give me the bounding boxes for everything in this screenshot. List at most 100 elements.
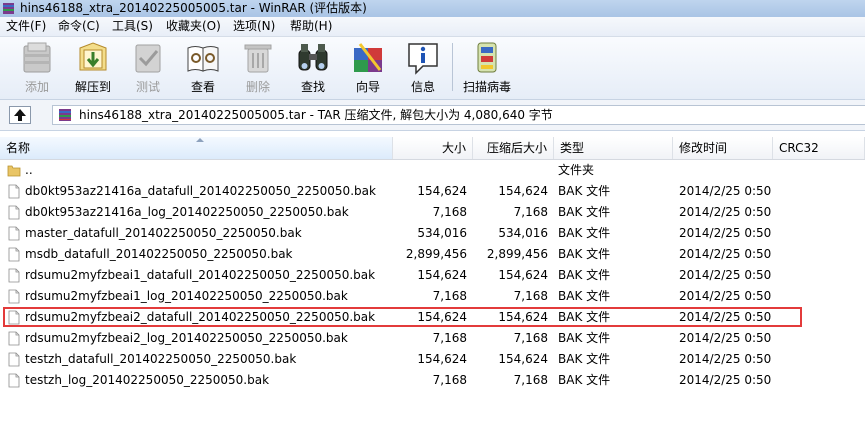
file-name: testzh_log_201402250050_2250050.bak	[25, 373, 270, 387]
packed-size: 154,624	[498, 268, 548, 282]
file-name: testzh_datafull_201402250050_2250050.bak	[25, 352, 297, 366]
file-icon	[8, 247, 20, 262]
file-size: 154,624	[417, 352, 467, 366]
menu-tools[interactable]: 工具(S)	[112, 17, 153, 35]
winrar-app-icon	[3, 3, 14, 14]
modified-time: 2014/2/25 0:50	[679, 331, 772, 345]
table-row[interactable]: rdsumu2myfzbeai1_log_201402250050_225005…	[0, 286, 865, 307]
file-icon	[8, 205, 20, 220]
add-button[interactable]: 添加	[8, 40, 66, 96]
file-type: BAK 文件	[558, 247, 611, 261]
file-rows: .. 文件夹 db0kt953az21416a_datafull_201402250…	[0, 160, 865, 391]
parent-folder-row[interactable]: .. 文件夹	[0, 160, 865, 181]
file-name: db0kt953az21416a_log_201402250050_225005…	[25, 205, 349, 219]
file-type: BAK 文件	[558, 205, 611, 219]
file-type: BAK 文件	[558, 268, 611, 282]
file-icon	[8, 226, 20, 241]
list-header: 名称 大小 压缩后大小 类型 修改时间 CRC32	[0, 137, 865, 160]
modified-time: 2014/2/25 0:50	[679, 205, 772, 219]
packed-size: 154,624	[498, 310, 548, 324]
delete-button[interactable]: 删除	[229, 40, 287, 96]
file-size: 534,016	[417, 226, 467, 240]
menu-favorites[interactable]: 收藏夹(O)	[166, 17, 221, 35]
packed-size: 2,899,456	[486, 247, 548, 261]
extract-to-icon	[79, 42, 107, 71]
toolbar-separator	[452, 43, 453, 91]
column-header-packed[interactable]: 压缩后大小	[473, 137, 554, 159]
info-icon	[408, 43, 438, 75]
table-row[interactable]: master_datafull_201402250050_2250050.bak…	[0, 223, 865, 244]
archive-path-text: hins46188_xtra_20140225005005.tar - TAR …	[79, 108, 553, 122]
packed-size: 7,168	[513, 205, 548, 219]
file-size: 7,168	[432, 331, 467, 345]
file-name: rdsumu2myfzbeai2_log_201402250050_225005…	[25, 331, 348, 345]
file-size	[393, 160, 467, 181]
file-size: 2,899,456	[405, 247, 467, 261]
column-header-size[interactable]: 大小	[393, 137, 473, 159]
file-type: 文件夹	[558, 163, 595, 177]
modified-time: 2014/2/25 0:50	[679, 289, 772, 303]
info-button[interactable]: 信息	[394, 40, 452, 96]
file-size: 7,168	[432, 289, 467, 303]
table-row[interactable]: rdsumu2myfzbeai2_datafull_201402250050_2…	[0, 307, 865, 328]
table-row[interactable]: testzh_datafull_201402250050_2250050.bak…	[0, 349, 865, 370]
modified-time: 2014/2/25 0:50	[679, 310, 772, 324]
file-size: 154,624	[417, 268, 467, 282]
table-row[interactable]: testzh_log_201402250050_2250050.bak 7,168…	[0, 370, 865, 391]
file-type: BAK 文件	[558, 310, 611, 324]
packed-size	[475, 160, 548, 181]
virus-scan-button[interactable]: 扫描病毒	[458, 40, 516, 96]
file-type: BAK 文件	[558, 289, 611, 303]
file-list: 名称 大小 压缩后大小 类型 修改时间 CRC32 .. 文件夹 db0kt953a…	[0, 137, 865, 440]
menu-commands[interactable]: 命令(C)	[58, 17, 100, 35]
file-icon	[8, 289, 20, 304]
extract-to-button[interactable]: 解压到	[64, 40, 122, 96]
modified-time: 2014/2/25 0:50	[679, 373, 772, 387]
wizard-button[interactable]: 向导	[339, 40, 397, 96]
file-size: 7,168	[432, 205, 467, 219]
window-title: hins46188_xtra_20140225005005.tar - WinR…	[20, 1, 367, 15]
view-button[interactable]: 查看	[174, 40, 232, 96]
view-icon	[187, 46, 219, 72]
table-row[interactable]: msdb_datafull_201402250050_2250050.bak 2,…	[0, 244, 865, 265]
add-archive-icon	[23, 42, 51, 73]
column-header-name[interactable]: 名称	[0, 137, 393, 159]
test-icon	[135, 44, 161, 73]
title-bar[interactable]: hins46188_xtra_20140225005005.tar - WinR…	[0, 0, 865, 17]
file-icon	[8, 184, 20, 199]
menu-file[interactable]: 文件(F)	[6, 17, 46, 35]
archive-path-field[interactable]: hins46188_xtra_20140225005005.tar - TAR …	[52, 105, 865, 125]
file-name: rdsumu2myfzbeai1_datafull_201402250050_2…	[25, 268, 376, 282]
table-row[interactable]: db0kt953az21416a_datafull_201402250050_2…	[0, 181, 865, 202]
menu-help[interactable]: 帮助(H)	[290, 17, 332, 35]
find-button[interactable]: 查找	[284, 40, 342, 96]
table-row[interactable]: rdsumu2myfzbeai1_datafull_201402250050_2…	[0, 265, 865, 286]
column-header-crc32[interactable]: CRC32	[773, 137, 865, 159]
column-header-modified[interactable]: 修改时间	[673, 137, 773, 159]
wizard-icon	[354, 43, 382, 72]
up-one-level-button[interactable]	[9, 106, 31, 124]
packed-size: 7,168	[513, 289, 548, 303]
file-name: msdb_datafull_201402250050_2250050.bak	[25, 247, 293, 261]
test-button[interactable]: 测试	[119, 40, 177, 96]
menu-options[interactable]: 选项(N)	[233, 17, 275, 35]
archive-icon	[59, 109, 71, 121]
up-arrow-icon	[14, 109, 26, 121]
find-icon	[298, 44, 328, 71]
modified-time: 2014/2/25 0:50	[679, 226, 772, 240]
file-name: ..	[25, 163, 33, 177]
file-size: 7,168	[432, 373, 467, 387]
modified-time: 2014/2/25 0:50	[679, 247, 772, 261]
file-name: db0kt953az21416a_datafull_201402250050_2…	[25, 184, 376, 198]
file-icon	[8, 373, 20, 388]
file-icon	[8, 268, 20, 283]
file-icon	[8, 352, 20, 367]
packed-size: 154,624	[498, 184, 548, 198]
modified-time: 2014/2/25 0:50	[679, 184, 772, 198]
sort-ascending-icon	[196, 138, 204, 142]
table-row[interactable]: rdsumu2myfzbeai2_log_201402250050_225005…	[0, 328, 865, 349]
file-type: BAK 文件	[558, 373, 611, 387]
column-header-type[interactable]: 类型	[554, 137, 673, 159]
table-row[interactable]: db0kt953az21416a_log_201402250050_225005…	[0, 202, 865, 223]
menu-bar: 文件(F) 命令(C) 工具(S) 收藏夹(O) 选项(N) 帮助(H)	[0, 17, 865, 37]
